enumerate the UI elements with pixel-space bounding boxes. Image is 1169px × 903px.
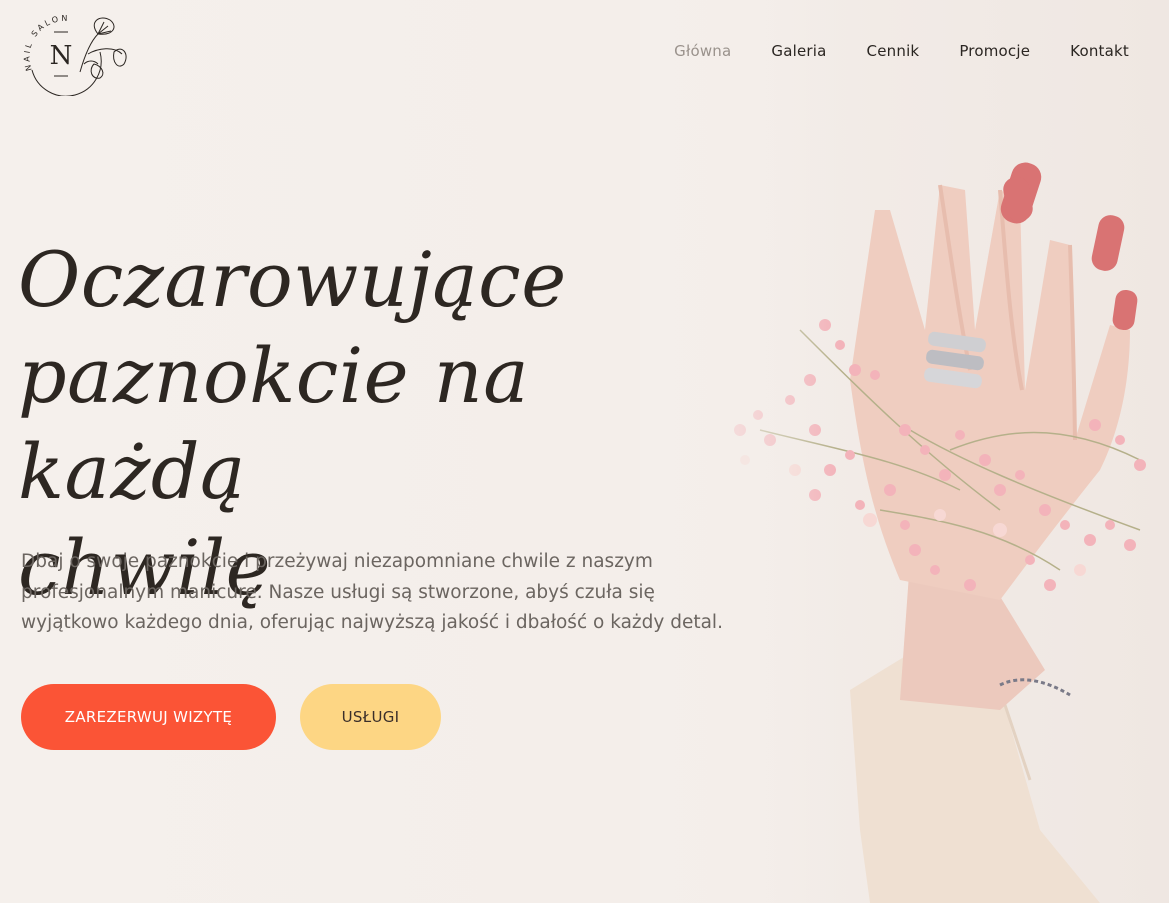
nav-item-galeria[interactable]: Galeria	[771, 42, 826, 60]
book-appointment-button[interactable]: ZAREZERWUJ WIZYTĘ	[21, 684, 276, 750]
nav-item-glowna[interactable]: Główna	[674, 42, 731, 60]
site-header: NAIL SALON N Główna Galeria Cennik Promo…	[0, 0, 1169, 110]
nail-salon-logo[interactable]: NAIL SALON N	[18, 12, 128, 96]
nav-item-promocje[interactable]: Promocje	[959, 42, 1030, 60]
nav-item-cennik[interactable]: Cennik	[867, 42, 920, 60]
hero-headline-line-2: paznokcie na każdą	[18, 331, 530, 516]
hero-description: Dbaj o swoje paznokcie i przeżywaj nieza…	[21, 551, 723, 633]
nav-item-kontakt[interactable]: Kontakt	[1070, 42, 1129, 60]
hero-headline-line-1: Oczarowujące	[18, 235, 567, 324]
services-button[interactable]: USŁUGI	[300, 684, 441, 750]
logo-letter: N	[50, 41, 73, 71]
main-navigation: Główna Galeria Cennik Promocje Kontakt	[674, 42, 1129, 60]
